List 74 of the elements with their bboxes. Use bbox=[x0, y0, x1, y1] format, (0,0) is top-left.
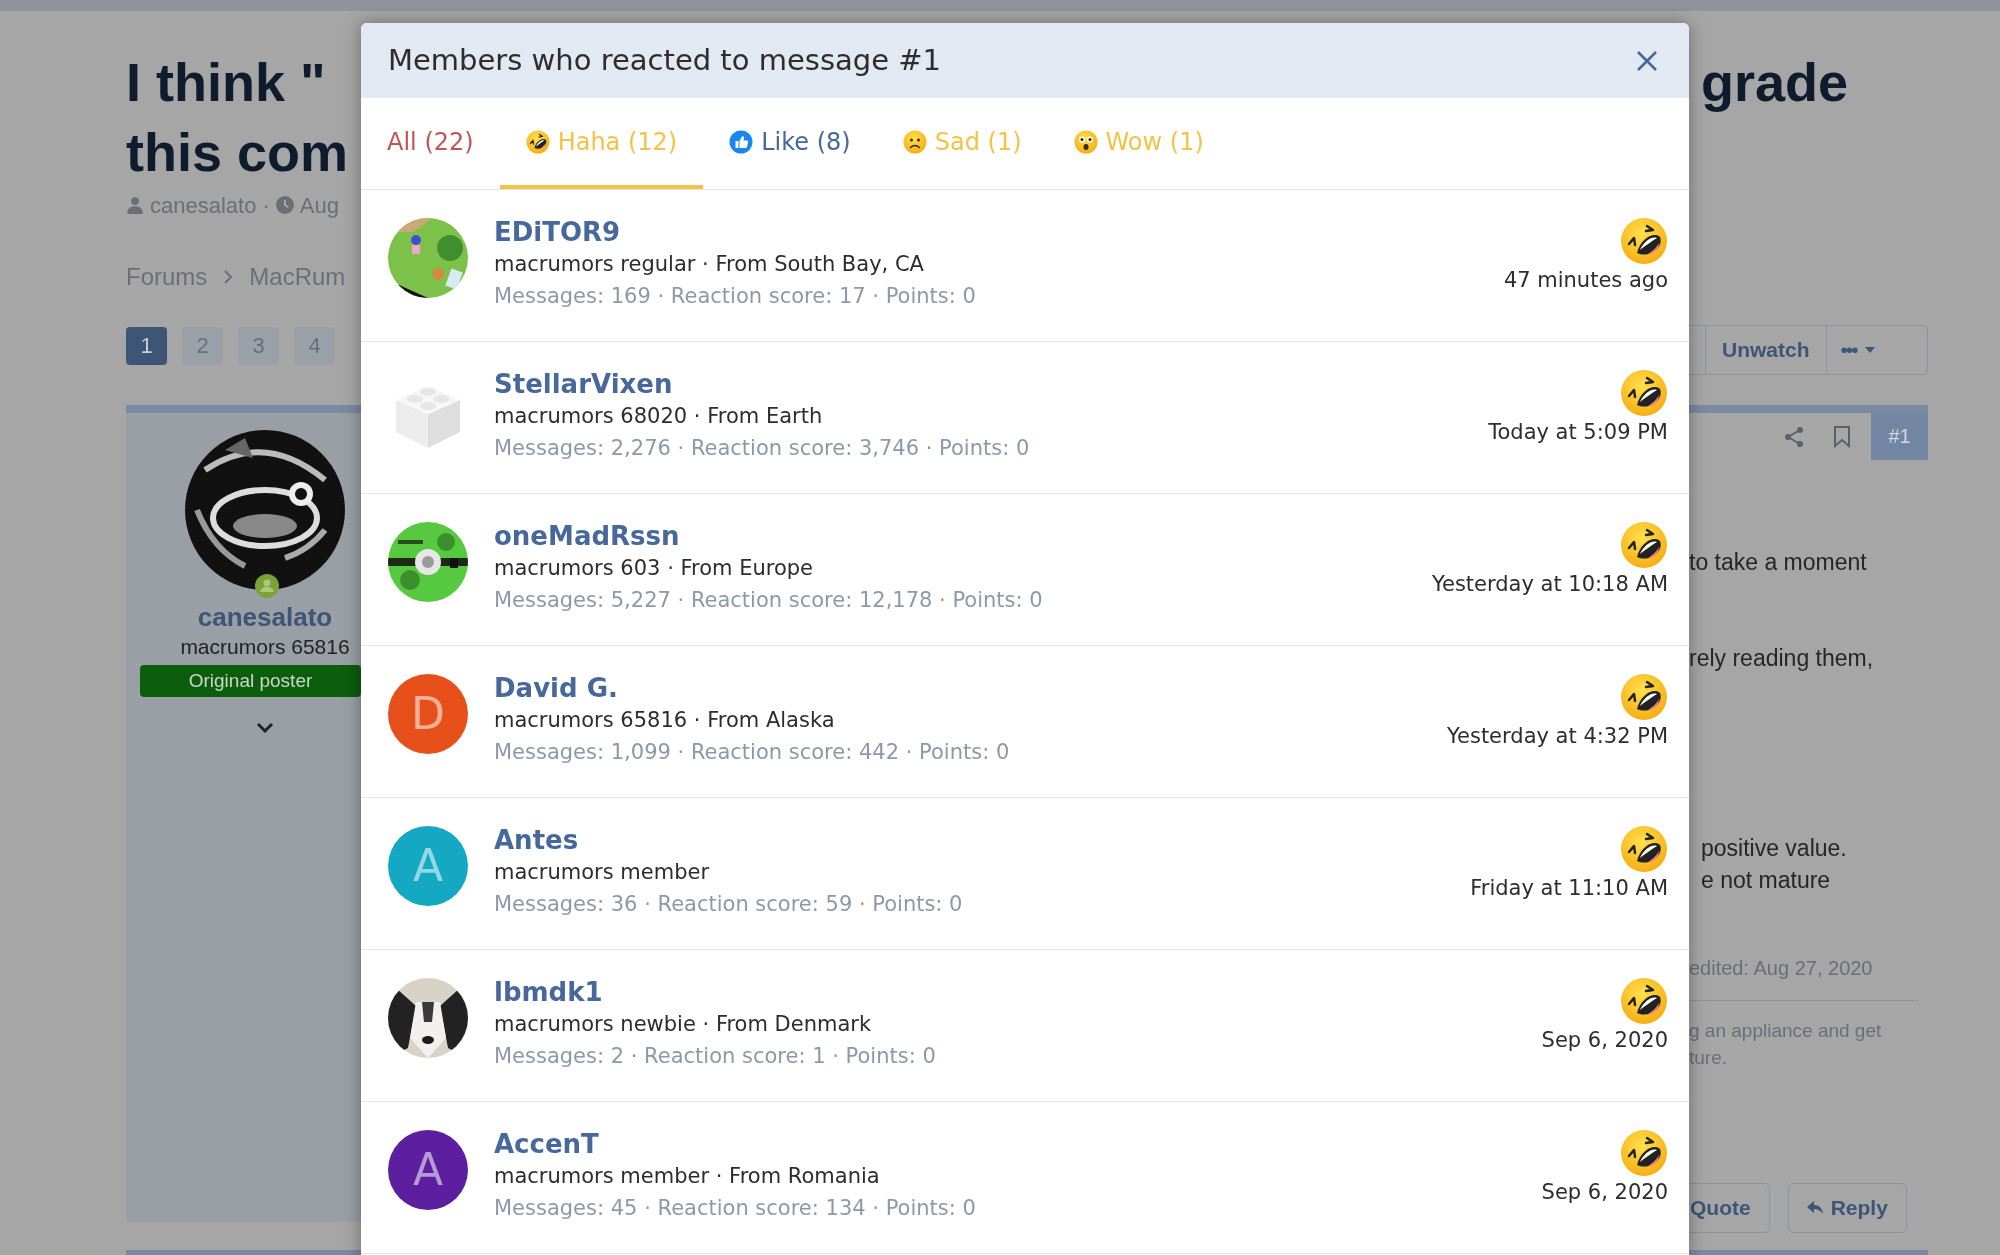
member-name-link[interactable]: Antes bbox=[494, 824, 579, 856]
thread-title: I think " this com bbox=[126, 51, 349, 184]
reply-arrow-icon bbox=[1806, 1201, 1823, 1215]
reaction-time: Sep 6, 2020 bbox=[1541, 1179, 1668, 1206]
post-text: positive value. e not mature bbox=[1701, 834, 1847, 895]
member-stats: Messages: 36 · Reaction score: 59 · Points: 0 bbox=[494, 891, 963, 918]
more-options-button[interactable]: ••• bbox=[1825, 326, 1927, 374]
reaction-tab[interactable]: Sad (1) bbox=[876, 98, 1048, 189]
post-text: to take a moment bbox=[1689, 548, 1867, 577]
letter-avatar[interactable]: D bbox=[388, 674, 468, 754]
reaction-time: 47 minutes ago bbox=[1503, 267, 1668, 294]
member-stats: Messages: 5,227 · Reaction score: 12,178 · Points: 0 bbox=[494, 587, 1043, 614]
letter-avatar[interactable]: A bbox=[388, 1130, 468, 1210]
separator-dot: · bbox=[262, 191, 270, 220]
laughing-face-icon bbox=[1620, 977, 1668, 1025]
member-info: macrumors member · From Romania bbox=[494, 1163, 880, 1190]
reaction-time: Yesterday at 10:18 AM bbox=[1431, 571, 1668, 598]
member-info: macrumors newbie · From Denmark bbox=[494, 1011, 872, 1038]
member-stats: Messages: 45 · Reaction score: 134 · Points: 0 bbox=[494, 1195, 976, 1222]
member-info: macrumors 68020 · From Earth bbox=[494, 403, 823, 430]
post-number-link[interactable]: #1 bbox=[1871, 413, 1928, 460]
member-stats: Messages: 2 · Reaction score: 1 · Points: 0 bbox=[494, 1043, 936, 1070]
post-text: rely reading them, bbox=[1689, 644, 1874, 673]
laughing-face-icon bbox=[1620, 825, 1668, 873]
share-icon[interactable] bbox=[1783, 425, 1805, 448]
user-icon bbox=[126, 196, 144, 214]
member-name-link[interactable]: StellarVixen bbox=[494, 368, 673, 400]
post-date: Aug bbox=[299, 191, 339, 220]
edited-note: edited: Aug 27, 2020 bbox=[1689, 956, 1873, 981]
reply-button[interactable]: Reply bbox=[1787, 1183, 1907, 1233]
laughing-face-icon bbox=[1620, 369, 1668, 417]
member-info: macrumors 65816 · From Alaska bbox=[494, 707, 835, 734]
reaction-time: Friday at 11:10 AM bbox=[1470, 875, 1668, 902]
thumbs-up-icon bbox=[729, 129, 754, 154]
laughing-face-icon bbox=[1620, 217, 1668, 265]
caret-icon bbox=[1864, 347, 1875, 353]
reaction-tab[interactable]: All (22) bbox=[361, 98, 500, 189]
clock-icon bbox=[275, 196, 294, 214]
breadcrumb-link[interactable]: MacRum bbox=[249, 259, 346, 295]
member-name-link[interactable]: lbmdk1 bbox=[494, 976, 603, 1008]
member-name-link[interactable]: David G. bbox=[494, 672, 618, 704]
member-info: macrumors member bbox=[494, 859, 710, 886]
member-info: macrumors regular · From South Bay, CA bbox=[494, 251, 924, 278]
breadcrumb-link[interactable]: Forums bbox=[126, 259, 208, 295]
reaction-time: Yesterday at 4:32 PM bbox=[1447, 723, 1668, 750]
online-status-icon bbox=[255, 574, 279, 598]
reaction-time: Today at 5:09 PM bbox=[1488, 419, 1668, 446]
member-stats: Messages: 2,276 · Reaction score: 3,746 · Points: 0 bbox=[494, 435, 1030, 462]
member-name-link[interactable]: EDiTOR9 bbox=[494, 216, 621, 248]
laughing-face-icon bbox=[1620, 1129, 1668, 1177]
letter-avatar[interactable]: A bbox=[388, 826, 468, 906]
member-info: macrumors 603 · From Europe bbox=[494, 555, 814, 582]
original-poster-banner: Original poster bbox=[140, 665, 361, 697]
laughing-face-icon bbox=[1620, 673, 1668, 721]
page-button[interactable]: 1 bbox=[126, 327, 167, 365]
laughing-face-icon bbox=[525, 129, 550, 154]
reaction-tab[interactable]: Like (8) bbox=[703, 98, 877, 189]
dialog-title: Members who reacted to message #1 bbox=[388, 41, 941, 79]
member-stats: Messages: 169 · Reaction score: 17 · Points: 0 bbox=[494, 283, 976, 310]
reaction-tab[interactable]: Haha (12) bbox=[499, 98, 704, 189]
member-name-link[interactable]: oneMadRssn bbox=[494, 520, 680, 552]
username-link[interactable]: canesalato bbox=[197, 601, 333, 633]
reaction-time: Sep 6, 2020 bbox=[1541, 1027, 1668, 1054]
member-stats: Messages: 1,099 · Reaction score: 442 · Points: 0 bbox=[494, 739, 1010, 766]
author-link[interactable]: canesalato bbox=[150, 188, 257, 222]
bookmark-icon[interactable] bbox=[1833, 425, 1851, 448]
reaction-tab[interactable]: Wow (1) bbox=[1047, 98, 1230, 189]
user-title: macrumors 65816 bbox=[180, 634, 350, 660]
unwatch-button[interactable]: Unwatch bbox=[1705, 326, 1826, 374]
thread-title: grade bbox=[1701, 51, 1849, 114]
laughing-face-icon bbox=[1620, 521, 1668, 569]
surprised-face-icon bbox=[1073, 129, 1098, 154]
sad-face-icon bbox=[902, 129, 927, 154]
member-name-link[interactable]: AccenT bbox=[494, 1128, 599, 1160]
